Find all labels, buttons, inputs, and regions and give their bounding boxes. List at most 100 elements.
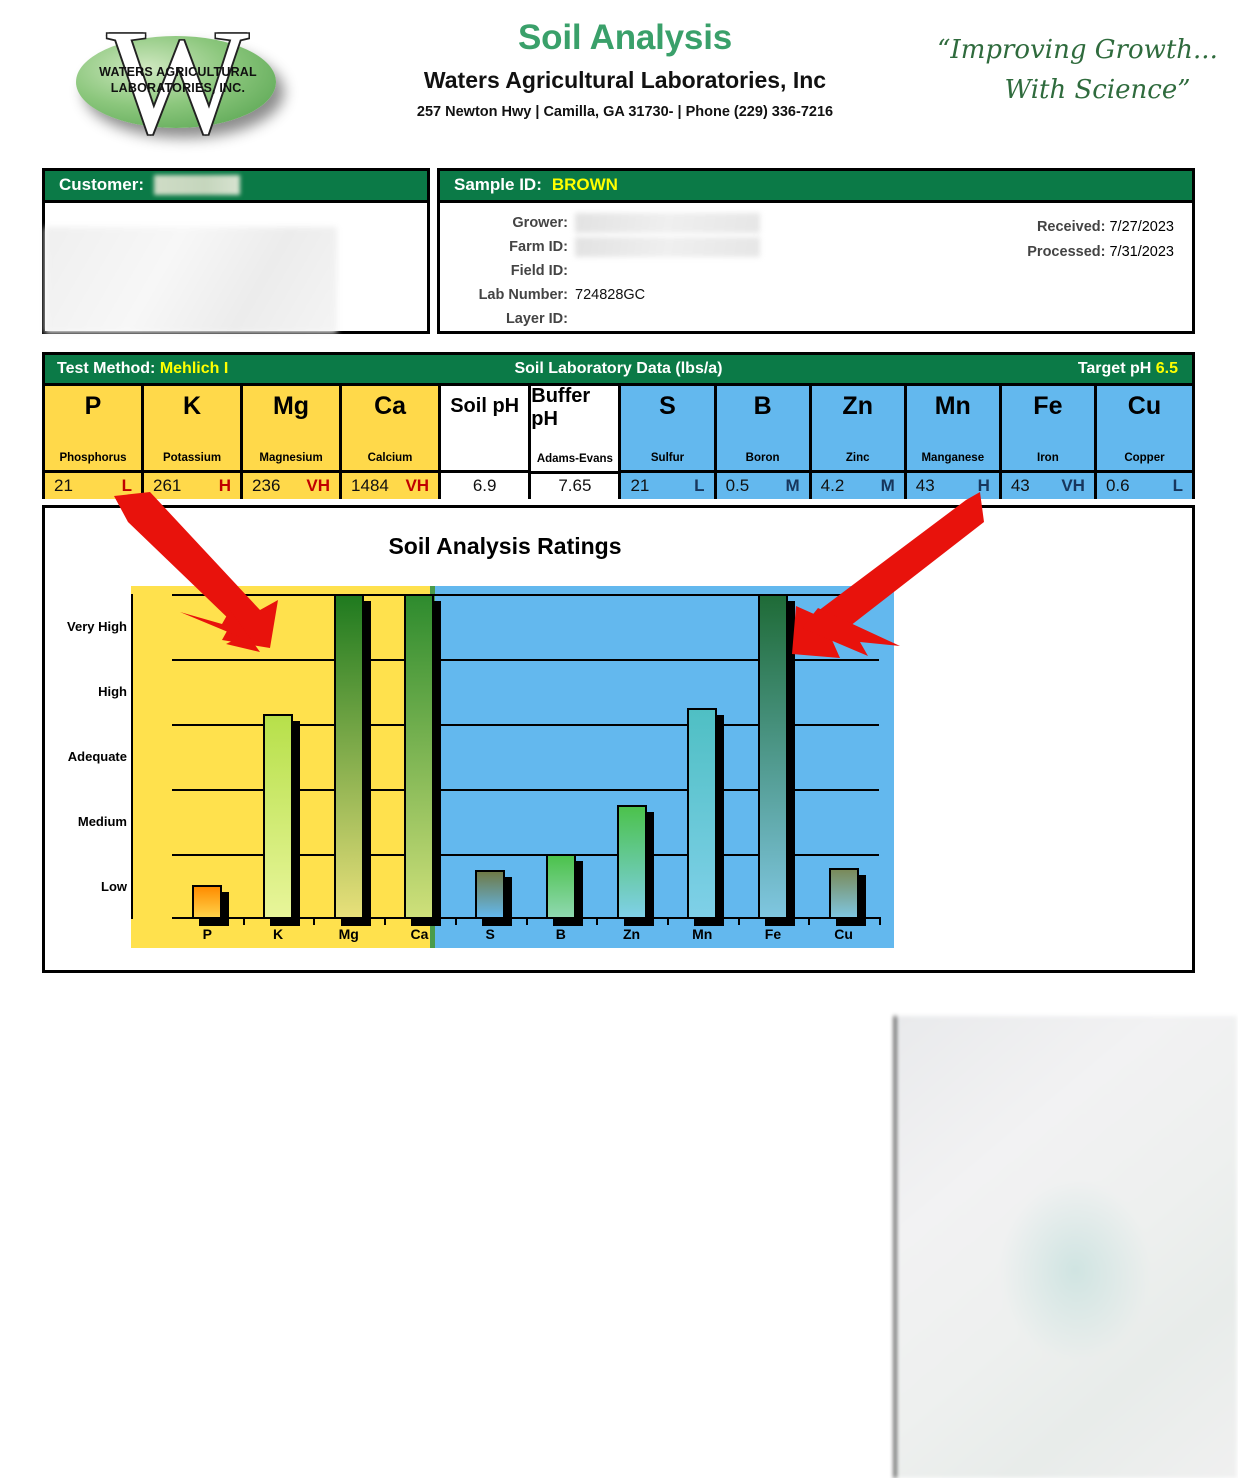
lab-value: 7.65 bbox=[558, 476, 591, 496]
processed-row: Processed: 7/31/2023 bbox=[1027, 240, 1174, 265]
lab-rating: VH bbox=[306, 476, 330, 496]
lab-rating: L bbox=[122, 476, 132, 496]
company-address: 257 Newton Hwy | Camilla, GA 31730- | Ph… bbox=[330, 104, 920, 120]
chart-y-axis-line bbox=[131, 594, 133, 919]
chart-x-tick bbox=[455, 917, 457, 925]
right-panel-tint bbox=[998, 1178, 1151, 1363]
page-header: W WATERS AGRICULTURAL LABORATORIES, INC.… bbox=[0, 0, 1238, 160]
lab-column-symbol: Soil pH bbox=[441, 386, 528, 428]
lab-column-symbol: P bbox=[45, 386, 141, 428]
lab-value: 43 bbox=[916, 476, 935, 496]
lab-column-p: PPhosphorus21L bbox=[45, 386, 144, 499]
lab-rating: L bbox=[1173, 476, 1183, 496]
chart-x-label-zn: Zn bbox=[602, 926, 662, 942]
soil-analysis-chart: Soil Analysis Ratings LowMediumAdequateH… bbox=[42, 505, 1195, 973]
lab-column-buffer-ph: Buffer pHAdams-Evans7.65 bbox=[531, 386, 621, 499]
layer-id-label: Layer ID: bbox=[440, 311, 575, 327]
page-title: Soil Analysis bbox=[330, 18, 920, 58]
lab-column-symbol: Mg bbox=[243, 386, 339, 428]
chart-bar-s bbox=[475, 870, 505, 919]
target-ph-label: Target pH bbox=[1078, 360, 1151, 377]
chart-bar-p bbox=[192, 885, 222, 919]
chart-y-tick-low: Low bbox=[101, 879, 127, 894]
lab-column-value-cell: 1484VH bbox=[342, 470, 438, 499]
lab-column-value-cell: 7.65 bbox=[531, 471, 618, 499]
lab-column-name: Copper bbox=[1097, 428, 1192, 470]
target-ph-group: Target pH 6.5 bbox=[1078, 360, 1178, 378]
chart-bar-fe bbox=[758, 594, 788, 919]
sample-id-value: BROWN bbox=[552, 175, 618, 195]
lab-table-columns: PPhosphorus21LKPotassium261HMgMagnesium2… bbox=[45, 386, 1192, 499]
lab-rating: VH bbox=[405, 476, 429, 496]
chart-x-tick bbox=[526, 917, 528, 925]
customer-panel-header: Customer: bbox=[45, 171, 427, 203]
lab-rating: H bbox=[978, 476, 990, 496]
chart-x-tick bbox=[596, 917, 598, 925]
lab-column-symbol: K bbox=[144, 386, 240, 428]
customer-name-redacted bbox=[154, 175, 240, 195]
lab-column-value-cell: 21 L bbox=[621, 470, 713, 499]
sample-field-lab-number: Lab Number: 724828GC bbox=[440, 283, 1192, 307]
soil-lab-data-table: Test Method: Mehlich I Soil Laboratory D… bbox=[42, 352, 1195, 499]
tagline-line1: “Improving Growth... bbox=[937, 35, 1218, 65]
chart-y-tick-high: High bbox=[98, 684, 127, 699]
lab-column-name: Calcium bbox=[342, 428, 438, 470]
chart-y-tick-adequate: Adequate bbox=[68, 749, 127, 764]
farm-id-label: Farm ID: bbox=[440, 239, 575, 255]
company-name: Waters Agricultural Laboratories, Inc bbox=[330, 67, 920, 94]
customer-address-redacted bbox=[45, 227, 337, 333]
logo-company-text: WATERS AGRICULTURAL LABORATORIES, INC. bbox=[66, 64, 290, 96]
logo-text-line1: WATERS AGRICULTURAL bbox=[99, 65, 257, 79]
received-value: 7/27/2023 bbox=[1109, 219, 1174, 235]
lab-column-k: KPotassium261H bbox=[144, 386, 243, 499]
received-row: Received: 7/27/2023 bbox=[1027, 215, 1174, 240]
chart-x-tick bbox=[313, 917, 315, 925]
lab-column-symbol: Mn bbox=[907, 386, 999, 428]
lab-column-symbol: S bbox=[621, 386, 713, 428]
lab-rating: L bbox=[694, 476, 704, 496]
chart-y-tick-very-high: Very High bbox=[67, 619, 127, 634]
received-label: Received: bbox=[1037, 219, 1106, 235]
customer-label: Customer: bbox=[59, 175, 144, 195]
lab-column-value-cell: 21 L bbox=[45, 470, 141, 499]
lab-column-value-cell: 261 H bbox=[144, 470, 240, 499]
chart-x-label-mn: Mn bbox=[672, 926, 732, 942]
lab-column-mn: MnManganese43H bbox=[907, 386, 1002, 499]
sample-panel-body: Grower: Farm ID: Field ID: Lab Number: 7… bbox=[440, 203, 1192, 334]
lab-column-name: Magnesium bbox=[243, 428, 339, 470]
lab-column-symbol: Cu bbox=[1097, 386, 1192, 428]
customer-panel: Customer: bbox=[42, 168, 430, 334]
company-logo: W WATERS AGRICULTURAL LABORATORIES, INC. bbox=[58, 8, 298, 148]
lab-column-soil-ph: Soil pH 6.9 bbox=[441, 386, 531, 499]
lab-column-name: Adams-Evans bbox=[531, 430, 618, 471]
lab-value: 261 bbox=[153, 476, 181, 496]
lab-column-symbol: Fe bbox=[1002, 386, 1094, 428]
chart-bar-mg bbox=[334, 594, 364, 919]
logo-text-line2: LABORATORIES, INC. bbox=[111, 81, 245, 95]
lab-column-symbol: Zn bbox=[812, 386, 904, 428]
chart-x-tick bbox=[667, 917, 669, 925]
processed-value: 7/31/2023 bbox=[1109, 244, 1174, 260]
chart-bar-mn bbox=[687, 708, 717, 919]
sample-id-label: Sample ID: bbox=[454, 175, 542, 195]
lab-column-name bbox=[441, 428, 528, 470]
lab-value: 21 bbox=[630, 476, 649, 496]
sample-field-layer-id: Layer ID: bbox=[440, 307, 1192, 331]
grower-label: Grower: bbox=[440, 215, 575, 231]
lab-column-b: BBoron0.5M bbox=[717, 386, 812, 499]
lab-value: 0.5 bbox=[726, 476, 750, 496]
lab-rating: M bbox=[785, 476, 799, 496]
chart-x-tick bbox=[808, 917, 810, 925]
lab-column-ca: CaCalcium1484VH bbox=[342, 386, 441, 499]
chart-x-label-s: S bbox=[460, 926, 520, 942]
lab-value: 21 bbox=[54, 476, 73, 496]
company-tagline: “Improving Growth... With Science” bbox=[935, 30, 1220, 110]
lab-value: 236 bbox=[252, 476, 280, 496]
chart-x-label-p: P bbox=[177, 926, 237, 942]
lab-column-value-cell: 6.9 bbox=[441, 470, 528, 499]
lab-number-label: Lab Number: bbox=[440, 287, 575, 303]
chart-x-label-b: B bbox=[531, 926, 591, 942]
lab-column-name: Sulfur bbox=[621, 428, 713, 470]
lab-rating: H bbox=[219, 476, 231, 496]
lab-column-zn: ZnZinc4.2M bbox=[812, 386, 907, 499]
